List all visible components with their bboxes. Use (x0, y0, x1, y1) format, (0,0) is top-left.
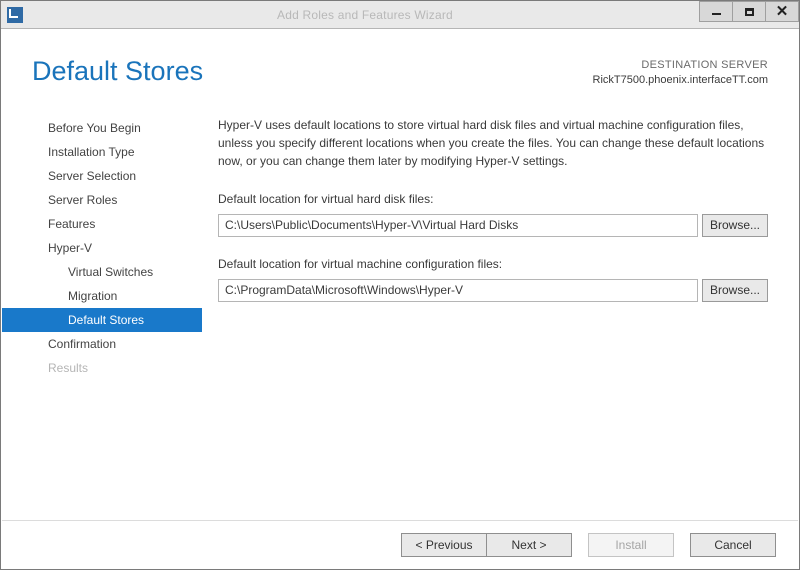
titlebar: Add Roles and Features Wizard ✕ (1, 1, 799, 29)
wizard-window: Add Roles and Features Wizard ✕ Default … (0, 0, 800, 570)
header-area: Default Stores DESTINATION SERVER RickT7… (2, 30, 798, 96)
sidebar-item-features[interactable]: Features (2, 212, 202, 236)
server-manager-icon (7, 7, 23, 23)
maximize-icon (745, 8, 754, 16)
nav-prev-next-group: < Previous Next > (401, 533, 572, 557)
sidebar-item-label: Migration (68, 289, 117, 303)
sidebar-item-before-you-begin[interactable]: Before You Begin (2, 116, 202, 140)
vm-config-location-label: Default location for virtual machine con… (218, 255, 768, 273)
page-title: Default Stores (32, 56, 593, 87)
wizard-mid: Before You Begin Installation Type Server … (2, 96, 798, 520)
vhd-path-input[interactable] (218, 214, 698, 237)
cancel-button[interactable]: Cancel (690, 533, 776, 557)
vhd-path-row: Browse... (218, 214, 768, 237)
destination-block: DESTINATION SERVER RickT7500.phoenix.int… (593, 56, 768, 88)
vm-config-path-input[interactable] (218, 279, 698, 302)
close-icon: ✕ (776, 4, 789, 19)
next-button[interactable]: Next > (486, 533, 572, 557)
previous-button[interactable]: < Previous (401, 533, 487, 557)
wizard-content: Hyper-V uses default locations to store … (202, 116, 798, 520)
sidebar-item-label: Features (48, 217, 95, 231)
sidebar-item-installation-type[interactable]: Installation Type (2, 140, 202, 164)
close-button[interactable]: ✕ (765, 1, 799, 22)
sidebar-item-label: Hyper-V (48, 241, 92, 255)
sidebar-item-label: Results (48, 361, 88, 375)
sidebar-item-server-roles[interactable]: Server Roles (2, 188, 202, 212)
vm-config-browse-button[interactable]: Browse... (702, 279, 768, 302)
install-button[interactable]: Install (588, 533, 674, 557)
sidebar-item-results: Results (2, 356, 202, 380)
sidebar-item-confirmation[interactable]: Confirmation (2, 332, 202, 356)
wizard-sidebar: Before You Begin Installation Type Server … (2, 116, 202, 520)
sidebar-item-label: Server Selection (48, 169, 136, 183)
sidebar-item-default-stores[interactable]: Default Stores (2, 308, 202, 332)
sidebar-item-server-selection[interactable]: Server Selection (2, 164, 202, 188)
destination-label: DESTINATION SERVER (593, 58, 768, 73)
sidebar-item-hyper-v[interactable]: Hyper-V (2, 236, 202, 260)
window-title: Add Roles and Features Wizard (31, 8, 699, 22)
destination-server: RickT7500.phoenix.interfaceTT.com (593, 73, 768, 88)
sidebar-item-label: Default Stores (68, 313, 144, 327)
wizard-footer: < Previous Next > Install Cancel (2, 520, 798, 568)
sidebar-item-label: Confirmation (48, 337, 116, 351)
sidebar-item-label: Server Roles (48, 193, 117, 207)
sidebar-item-virtual-switches[interactable]: Virtual Switches (2, 260, 202, 284)
intro-text: Hyper-V uses default locations to store … (218, 116, 768, 170)
sidebar-item-label: Installation Type (48, 145, 135, 159)
sidebar-item-label: Virtual Switches (68, 265, 153, 279)
vhd-location-label: Default location for virtual hard disk f… (218, 190, 768, 208)
sidebar-item-migration[interactable]: Migration (2, 284, 202, 308)
vhd-browse-button[interactable]: Browse... (702, 214, 768, 237)
wizard-body: Default Stores DESTINATION SERVER RickT7… (1, 29, 799, 569)
minimize-icon (712, 13, 721, 15)
window-controls: ✕ (699, 1, 799, 28)
sidebar-item-label: Before You Begin (48, 121, 141, 135)
vm-config-path-row: Browse... (218, 279, 768, 302)
minimize-button[interactable] (699, 1, 733, 22)
maximize-button[interactable] (732, 1, 766, 22)
